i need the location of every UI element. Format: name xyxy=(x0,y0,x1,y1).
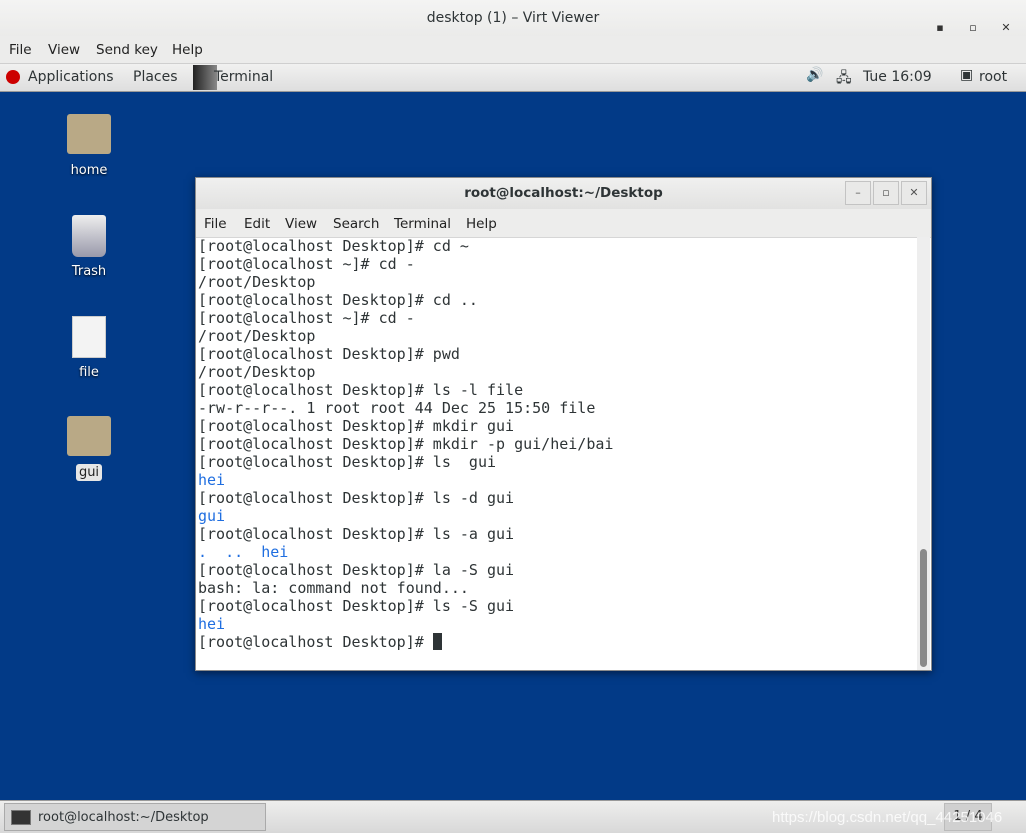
trash-icon xyxy=(72,215,106,257)
scrollbar-thumb[interactable] xyxy=(920,549,927,667)
terminal-line: . .. hei xyxy=(198,543,918,561)
terminal-close-button[interactable]: ✕ xyxy=(901,181,927,205)
terminal-line: /root/Desktop xyxy=(198,327,918,345)
terminal-line-text: /root/Desktop xyxy=(198,327,316,345)
terminal-line-text: [root@localhost Desktop]# cd .. xyxy=(198,291,478,309)
desktop-icon-gui[interactable]: gui xyxy=(49,416,129,481)
terminal-scrollbar[interactable] xyxy=(917,237,930,670)
terminal-line-text: [root@localhost ~]# cd - xyxy=(198,255,415,273)
icon-label: home xyxy=(70,163,108,178)
menu-file[interactable]: File xyxy=(9,42,32,58)
terminal-line: [root@localhost Desktop]# ls -a gui xyxy=(198,525,918,543)
terminal-line: hei xyxy=(198,615,918,633)
terminal-cursor xyxy=(432,633,442,650)
terminal-line: [root@localhost ~]# cd - xyxy=(198,309,918,327)
terminal-line-text: [root@localhost Desktop]# la -S gui xyxy=(198,561,515,579)
terminal-line: bash: la: command not found... xyxy=(198,579,918,597)
terminal-line-text: . .. hei xyxy=(198,543,289,561)
terminal-titlebar: root@localhost:~/Desktop xyxy=(196,178,931,209)
user-icon: ▣ xyxy=(960,67,974,83)
terminal-menu-view[interactable]: View xyxy=(285,216,317,232)
terminal-line-text: [root@localhost Desktop]# ls -l file xyxy=(198,381,524,399)
terminal-line: [root@localhost ~]# cd - xyxy=(198,255,918,273)
redhat-icon xyxy=(6,70,20,84)
terminal-line-text: [root@localhost Desktop]# ls gui xyxy=(198,453,497,471)
terminal-line-text: [root@localhost ~]# cd - xyxy=(198,309,415,327)
taskbar-item-terminal[interactable]: root@localhost:~/Desktop xyxy=(4,803,266,831)
desktop-icon-file[interactable]: file xyxy=(49,316,129,381)
terminal-line: [root@localhost Desktop]# ls -S gui xyxy=(198,597,918,615)
terminal-title: root@localhost:~/Desktop xyxy=(464,185,663,201)
terminal-line-text: [root@localhost Desktop]# mkdir gui xyxy=(198,417,515,435)
terminal-line-text: -rw-r--r--. 1 root root 44 Dec 25 15:50 … xyxy=(198,399,596,417)
terminal-line: [root@localhost Desktop]# xyxy=(198,633,918,651)
places-menu[interactable]: Places xyxy=(133,69,178,85)
file-icon xyxy=(72,316,106,358)
terminal-line: [root@localhost Desktop]# mkdir -p gui/h… xyxy=(198,435,918,453)
terminal-line: [root@localhost Desktop]# ls gui xyxy=(198,453,918,471)
clock[interactable]: Tue 16:09 xyxy=(863,69,932,85)
terminal-line: -rw-r--r--. 1 root root 44 Dec 25 15:50 … xyxy=(198,399,918,417)
terminal-menu-file[interactable]: File xyxy=(204,216,227,232)
terminal-line: /root/Desktop xyxy=(198,273,918,291)
applications-menu[interactable]: Applications xyxy=(28,69,114,85)
terminal-line-text: hei xyxy=(198,615,226,633)
terminal-line-text: [root@localhost Desktop]# mkdir -p gui/h… xyxy=(198,435,614,453)
terminal-line-text: [root@localhost Desktop]# ls -S gui xyxy=(198,597,515,615)
volume-icon[interactable]: 🔊 xyxy=(806,67,823,83)
icon-label: Trash xyxy=(71,264,107,279)
terminal-line: [root@localhost Desktop]# la -S gui xyxy=(198,561,918,579)
terminal-line-text: [root@localhost Desktop]# cd ~ xyxy=(198,237,469,255)
icon-label: file xyxy=(79,365,99,380)
menubar: File View Send key Help xyxy=(0,36,1026,64)
terminal-line: hei xyxy=(198,471,918,489)
terminal-output[interactable]: [root@localhost Desktop]# cd ~ [root@loca… xyxy=(196,237,918,670)
terminal-line: [root@localhost Desktop]# ls -l file xyxy=(198,381,918,399)
terminal-minimize-button[interactable]: – xyxy=(845,181,871,205)
top-panel: Applications Places Terminal 🔊 🖧 Tue 16:… xyxy=(0,64,1026,92)
window-title: desktop (1) – Virt Viewer xyxy=(426,10,600,26)
terminal-line: [root@localhost Desktop]# pwd xyxy=(198,345,918,363)
terminal-line-text: /root/Desktop xyxy=(198,363,316,381)
terminal-line: [root@localhost Desktop]# mkdir gui xyxy=(198,417,918,435)
home-folder-icon xyxy=(67,114,111,154)
user-menu[interactable]: root xyxy=(979,69,1007,85)
terminal-line-text: [root@localhost Desktop]# xyxy=(198,633,433,651)
terminal-line-text: gui xyxy=(198,507,226,525)
terminal-line-text: /root/Desktop xyxy=(198,273,316,291)
terminal-menu-terminal[interactable]: Terminal xyxy=(394,216,451,232)
watermark: https://blog.csdn.net/qq_44251046 xyxy=(772,809,1003,826)
terminal-menu-edit[interactable]: Edit xyxy=(244,216,270,232)
terminal-menu-help[interactable]: Help xyxy=(466,216,497,232)
terminal-window[interactable]: root@localhost:~/Desktop – ▫ ✕ File Edit… xyxy=(195,177,932,671)
terminal-line: gui xyxy=(198,507,918,525)
terminal-line-text: hei xyxy=(198,471,226,489)
icon-label: gui xyxy=(75,464,103,481)
terminal-icon xyxy=(11,810,31,825)
menu-view[interactable]: View xyxy=(48,42,80,58)
menu-send-key[interactable]: Send key xyxy=(96,42,158,58)
terminal-menu-search[interactable]: Search xyxy=(333,216,379,232)
terminal-line-text: [root@localhost Desktop]# pwd xyxy=(198,345,460,363)
terminal-line: [root@localhost Desktop]# cd ~ xyxy=(198,237,918,255)
bottom-panel: root@localhost:~/Desktop 1 / 4 https://b… xyxy=(0,800,1026,833)
panel-task-terminal[interactable]: Terminal xyxy=(214,69,273,85)
network-icon[interactable]: 🖧 xyxy=(836,67,852,91)
menu-help[interactable]: Help xyxy=(172,42,203,58)
terminal-line-text: [root@localhost Desktop]# ls -a gui xyxy=(198,525,515,543)
terminal-line: /root/Desktop xyxy=(198,363,918,381)
folder-icon xyxy=(67,416,111,456)
terminal-line-text: [root@localhost Desktop]# ls -d gui xyxy=(198,489,515,507)
terminal-line-text: bash: la: command not found... xyxy=(198,579,469,597)
terminal-maximize-button[interactable]: ▫ xyxy=(873,181,899,205)
window-titlebar: desktop (1) – Virt Viewer ▪ ▫ ✕ xyxy=(0,0,1026,36)
taskbar-item-label: root@localhost:~/Desktop xyxy=(38,810,209,825)
desktop-icon-home[interactable]: home xyxy=(49,114,129,179)
terminal-line: [root@localhost Desktop]# ls -d gui xyxy=(198,489,918,507)
terminal-menubar: File Edit View Search Terminal Help xyxy=(196,209,931,238)
terminal-line: [root@localhost Desktop]# cd .. xyxy=(198,291,918,309)
desktop-icon-trash[interactable]: Trash xyxy=(49,215,129,280)
